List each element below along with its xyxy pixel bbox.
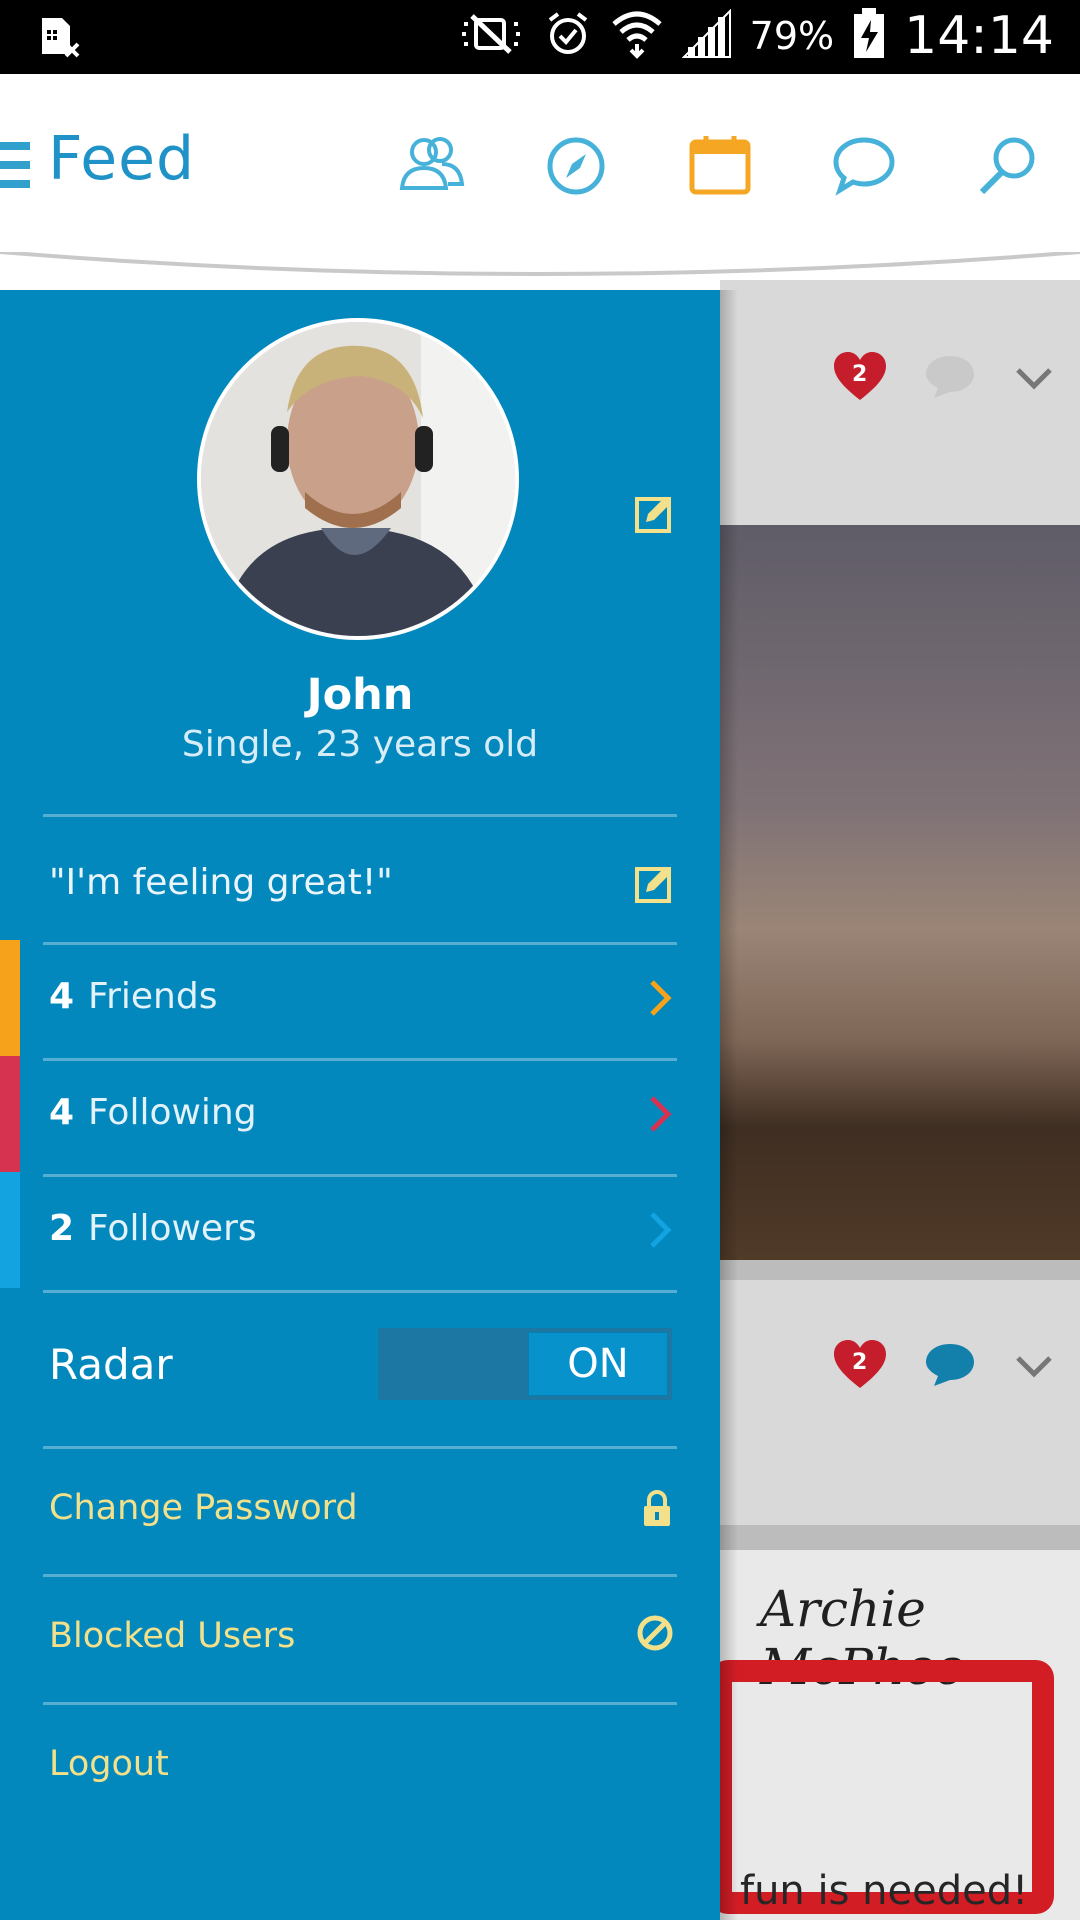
divider <box>43 1446 677 1449</box>
like-count: 2 <box>852 362 868 387</box>
followers-accent <box>0 1172 20 1288</box>
page-title: Feed <box>48 124 196 194</box>
feed-card-header: 2 <box>720 1280 1080 1525</box>
friends-count: 4 <box>49 976 75 1017</box>
friends-accent <box>0 940 20 1056</box>
people-icon[interactable] <box>398 134 466 194</box>
status-message: "I'm feeling great!" <box>49 862 393 903</box>
friends-label: Friends <box>88 976 218 1017</box>
profile-drawer: John Single, 23 years old "I'm feeling g… <box>0 290 720 1920</box>
feed-card-header: 2 <box>720 280 1080 525</box>
status-bar: 79% 14:14 <box>0 0 1080 74</box>
radar-toggle[interactable]: ON <box>378 1328 672 1400</box>
divider <box>43 814 677 817</box>
chevron-down-icon[interactable] <box>1014 366 1054 392</box>
friends-row[interactable]: 4 Friends <box>0 940 720 1056</box>
signal-icon <box>681 8 732 63</box>
poster-caption: fun is needed! <box>740 1868 1029 1914</box>
profile-name: John <box>306 670 414 720</box>
chevron-down-icon[interactable] <box>1014 1354 1054 1380</box>
chat-icon[interactable] <box>832 134 896 196</box>
drawer-shadow <box>720 290 738 1920</box>
radar-label: Radar <box>49 1340 173 1389</box>
divider <box>43 1574 677 1577</box>
blocked-users-link[interactable]: Blocked Users <box>49 1616 295 1656</box>
feed-content: 2 2 Archie McPhee fun is needed! <box>720 280 1080 1920</box>
followers-count: 2 <box>49 1208 75 1249</box>
menu-drawer-icon[interactable] <box>0 142 30 188</box>
divider <box>43 1290 677 1293</box>
radar-toggle-state: ON <box>528 1332 668 1396</box>
like-count: 2 <box>852 1350 868 1375</box>
feed-photo-poster[interactable]: Archie McPhee fun is needed! <box>720 1550 1080 1920</box>
followers-row[interactable]: 2 Followers <box>0 1172 720 1288</box>
edit-status-icon[interactable] <box>634 864 674 904</box>
edit-avatar-icon[interactable] <box>634 494 674 534</box>
chevron-right-icon <box>650 1212 672 1248</box>
lock-icon <box>644 1490 670 1526</box>
avatar[interactable] <box>197 318 519 640</box>
mute-icon <box>456 10 526 62</box>
comment-icon[interactable] <box>924 1340 976 1388</box>
block-icon <box>637 1615 673 1651</box>
following-row[interactable]: 4 Following <box>0 1056 720 1172</box>
profile-subtitle: Single, 23 years old <box>181 724 539 765</box>
comment-icon[interactable] <box>924 352 976 400</box>
chevron-right-icon <box>650 980 672 1016</box>
change-password-link[interactable]: Change Password <box>49 1488 358 1528</box>
compass-icon[interactable] <box>544 134 608 198</box>
following-label: Following <box>88 1092 257 1133</box>
divider <box>43 1702 677 1705</box>
sim-missing-icon <box>38 16 82 62</box>
battery-charging-icon <box>852 8 886 64</box>
chevron-right-icon <box>650 1096 672 1132</box>
followers-label: Followers <box>88 1208 257 1249</box>
clock-time: 14:14 <box>904 6 1054 66</box>
search-icon[interactable] <box>976 134 1040 196</box>
following-count: 4 <box>49 1092 75 1133</box>
following-accent <box>0 1056 20 1172</box>
feed-photo-landscape[interactable] <box>720 525 1080 1260</box>
alarm-icon <box>544 10 592 62</box>
wifi-icon <box>610 8 664 64</box>
calendar-icon[interactable] <box>688 134 752 196</box>
battery-percent: 79% <box>749 14 835 58</box>
logout-link[interactable]: Logout <box>49 1744 169 1784</box>
